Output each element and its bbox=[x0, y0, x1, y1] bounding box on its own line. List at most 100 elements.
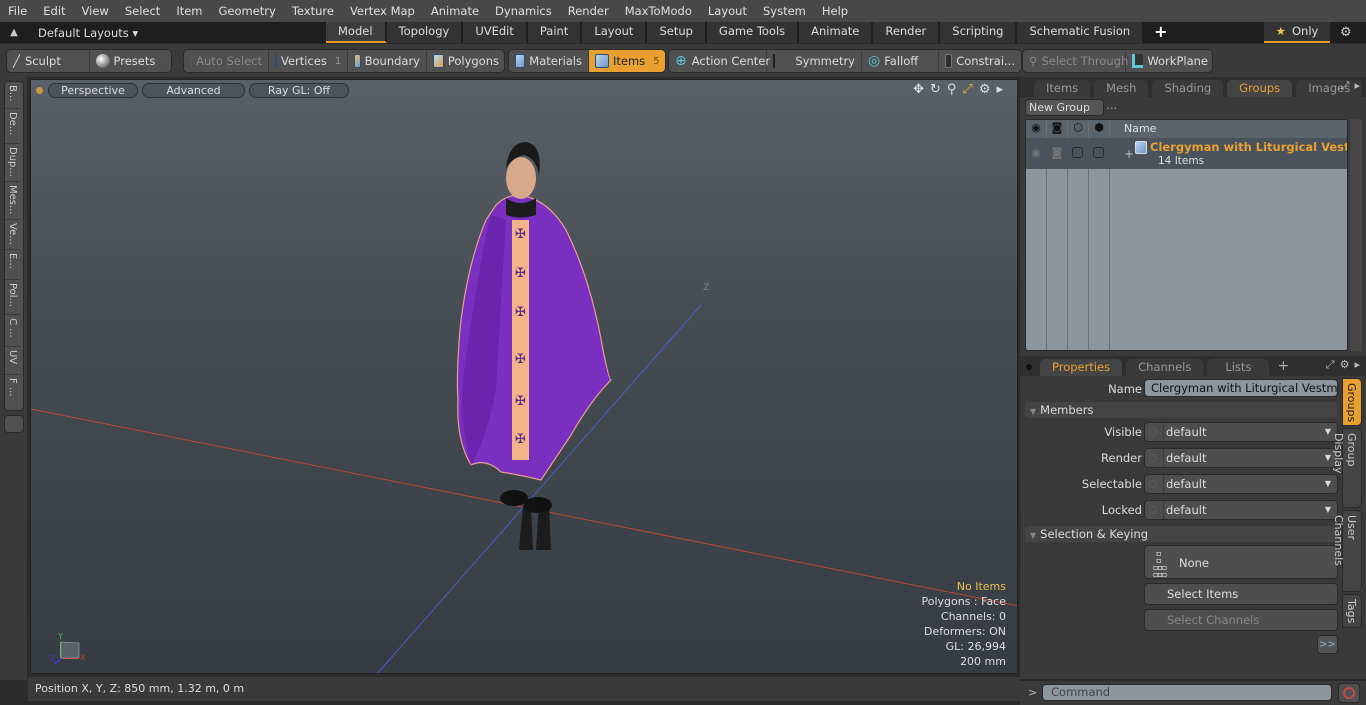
3d-viewport[interactable]: ✠ ✠ ✠ ✠ ✠ ✠ Z Y X Z Perspective Advanced bbox=[30, 79, 1018, 674]
left-tab-mesh-edit[interactable]: Mes... bbox=[5, 182, 20, 220]
viewport-gear-icon[interactable]: ⚙ bbox=[979, 82, 991, 97]
default-layouts-dropdown[interactable]: Default Layouts ▾ bbox=[28, 26, 326, 40]
zoom-icon[interactable]: ⚲ bbox=[947, 82, 957, 97]
left-tab-polygon[interactable]: Pol... bbox=[5, 280, 20, 315]
record-macro-button[interactable] bbox=[1338, 683, 1360, 703]
layout-tab-uvedit[interactable]: UVEdit bbox=[463, 22, 528, 43]
properties-gear-icon[interactable]: ⚙ bbox=[1340, 358, 1350, 372]
row-camera-icon[interactable]: ◙ bbox=[1051, 147, 1063, 159]
menu-help[interactable]: Help bbox=[814, 0, 856, 22]
new-group-button[interactable]: New Group bbox=[1025, 99, 1104, 116]
falloff-button[interactable]: ◎ Falloff bbox=[862, 50, 939, 72]
items-button[interactable]: Items 5 bbox=[589, 50, 665, 72]
properties-arrow-icon[interactable]: ▸ bbox=[1354, 358, 1360, 372]
panel-arrow-icon[interactable]: ▸ bbox=[1354, 79, 1360, 93]
menu-select[interactable]: Select bbox=[117, 0, 168, 22]
presets-button[interactable]: Presets bbox=[90, 50, 172, 72]
properties-menu-dot[interactable] bbox=[1026, 364, 1032, 370]
viewport-menu-dot[interactable] bbox=[36, 86, 43, 94]
sculpt-button[interactable]: ╱ Sculpt bbox=[7, 50, 90, 72]
only-toggle[interactable]: ★ Only bbox=[1264, 22, 1330, 43]
name-field[interactable]: Clergyman with Liturgical Vestment Pu bbox=[1144, 379, 1338, 397]
left-tab-duplicate[interactable]: Dup... bbox=[5, 144, 20, 182]
layout-tab-scripting[interactable]: Scripting bbox=[940, 22, 1018, 43]
left-tab-curve[interactable]: C ... bbox=[5, 315, 20, 347]
raygl-toggle[interactable]: Ray GL: Off bbox=[249, 82, 349, 98]
members-section[interactable]: ▼ Members bbox=[1025, 402, 1337, 418]
row-lock-checkbox[interactable] bbox=[1093, 147, 1104, 158]
side-tab-groups[interactable]: Groups bbox=[1342, 378, 1362, 426]
lock-cube-icon[interactable]: ⬢ bbox=[1093, 122, 1105, 134]
menu-render[interactable]: Render bbox=[560, 0, 617, 22]
locked-key-icon[interactable] bbox=[1149, 506, 1157, 514]
tab-properties[interactable]: Properties bbox=[1040, 359, 1123, 376]
render-dropdown[interactable]: default ▼ bbox=[1144, 448, 1338, 468]
menu-view[interactable]: View bbox=[74, 0, 117, 22]
side-tab-user-channels[interactable]: User Channels bbox=[1332, 510, 1362, 592]
boundary-button[interactable]: Boundary bbox=[348, 50, 427, 72]
selection-keying-section[interactable]: ▼ Selection & Keying bbox=[1025, 526, 1337, 542]
gear-icon[interactable]: ⚙ bbox=[1340, 22, 1352, 43]
visible-dropdown[interactable]: default ▼ bbox=[1144, 422, 1338, 442]
pan-icon[interactable]: ✥ bbox=[913, 82, 924, 97]
visibility-eye-icon[interactable]: ◉ bbox=[1030, 122, 1042, 134]
maximize-icon[interactable]: ⤢ bbox=[962, 82, 972, 97]
perspective-dropdown[interactable]: Perspective bbox=[48, 82, 138, 98]
selectable-key-icon[interactable] bbox=[1149, 480, 1157, 488]
menu-animate[interactable]: Animate bbox=[423, 0, 487, 22]
polygons-button[interactable]: Polygons bbox=[427, 50, 504, 72]
menu-layout[interactable]: Layout bbox=[700, 0, 755, 22]
tab-items[interactable]: Items bbox=[1034, 80, 1091, 97]
vertices-button[interactable]: Vertices 1 bbox=[269, 50, 348, 72]
render-key-icon[interactable] bbox=[1149, 454, 1157, 462]
materials-button[interactable]: Materials bbox=[509, 50, 589, 72]
viewport-more-arrow-icon[interactable]: ▸ bbox=[996, 82, 1003, 97]
select-through-button[interactable]: ⚲ Select Through bbox=[1023, 50, 1128, 72]
row-eye-icon[interactable]: ◉ bbox=[1030, 147, 1042, 159]
constraints-button[interactable]: Constrai... bbox=[939, 50, 1021, 72]
shading-dropdown[interactable]: Advanced bbox=[142, 82, 245, 98]
collapse-up-icon[interactable]: ▲ bbox=[0, 27, 28, 38]
none-hierarchy-button[interactable]: ▫ ▫ ▫▫▫ ▫▫▫ None bbox=[1144, 545, 1338, 579]
auto-select-button[interactable]: Auto Select bbox=[184, 50, 269, 72]
tab-mesh[interactable]: Mesh ... bbox=[1094, 80, 1149, 112]
layout-tab-render[interactable]: Render bbox=[873, 22, 941, 43]
row-selectable-checkbox[interactable] bbox=[1072, 147, 1083, 158]
tab-groups[interactable]: Groups bbox=[1227, 80, 1293, 97]
locked-dropdown[interactable]: default ▼ bbox=[1144, 500, 1338, 520]
command-input[interactable]: Command bbox=[1042, 684, 1332, 701]
groups-scrollbar[interactable] bbox=[1350, 119, 1362, 351]
add-layout-tab-button[interactable]: + bbox=[1144, 22, 1177, 43]
menu-texture[interactable]: Texture bbox=[284, 0, 342, 22]
properties-expand-icon[interactable]: ⤢ bbox=[1326, 358, 1335, 372]
menu-item[interactable]: Item bbox=[168, 0, 210, 22]
menu-vertex-map[interactable]: Vertex Map bbox=[342, 0, 423, 22]
layout-tab-topology[interactable]: Topology bbox=[386, 22, 464, 43]
left-extra-tab[interactable] bbox=[4, 415, 24, 433]
expand-icon[interactable]: ⤢ bbox=[1341, 79, 1350, 93]
render-camera-icon[interactable]: ◙ bbox=[1051, 122, 1063, 134]
selectable-cube-icon[interactable]: ⬡ bbox=[1072, 122, 1084, 134]
side-tab-tags[interactable]: Tags bbox=[1342, 594, 1362, 628]
tab-shading[interactable]: Shading bbox=[1152, 80, 1224, 97]
group-row[interactable]: ◉ ◙ + Clergyman with Liturgical Vestm...… bbox=[1026, 138, 1347, 169]
menu-file[interactable]: File bbox=[0, 0, 35, 22]
layout-tab-model[interactable]: Model bbox=[326, 22, 387, 43]
tab-lists[interactable]: Lists bbox=[1207, 359, 1270, 376]
symmetry-button[interactable]: Symmetry bbox=[767, 50, 862, 72]
layout-tab-setup[interactable]: Setup bbox=[647, 22, 707, 43]
select-items-button[interactable]: Select Items bbox=[1144, 583, 1338, 605]
visible-key-icon[interactable] bbox=[1149, 428, 1157, 436]
layout-tab-schematic-fusion[interactable]: Schematic Fusion bbox=[1017, 22, 1145, 43]
layout-tab-game-tools[interactable]: Game Tools bbox=[706, 22, 800, 43]
add-properties-tab-button[interactable]: + bbox=[1277, 358, 1289, 374]
menu-maxtomodo[interactable]: MaxToModo bbox=[617, 0, 700, 22]
expand-group-icon[interactable]: + bbox=[1124, 147, 1134, 161]
rotate-icon[interactable]: ↻ bbox=[930, 82, 941, 97]
menu-geometry[interactable]: Geometry bbox=[211, 0, 284, 22]
left-tab-uv[interactable]: UV bbox=[5, 347, 20, 375]
left-tab-deform[interactable]: De... bbox=[5, 109, 20, 144]
left-tab-basic[interactable]: B... bbox=[5, 82, 20, 109]
tab-channels[interactable]: Channels bbox=[1126, 359, 1204, 376]
menu-system[interactable]: System bbox=[755, 0, 814, 22]
